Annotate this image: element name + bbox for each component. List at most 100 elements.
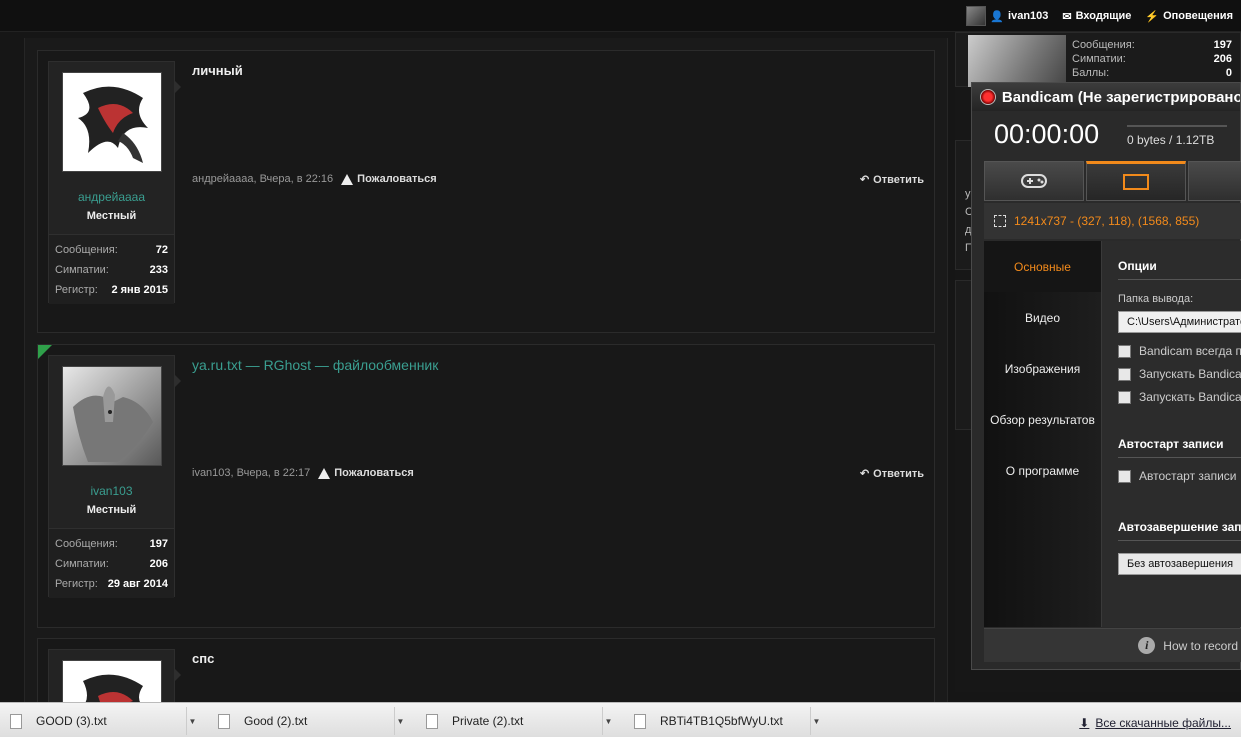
- author-avatar[interactable]: [62, 72, 162, 172]
- inbox-label: Входящие: [1075, 10, 1132, 22]
- all-downloads-link[interactable]: ⬇ Все скачанные файлы...: [1079, 716, 1231, 730]
- post-author-date[interactable]: ivan103, Вчера, в 22:17: [192, 467, 310, 479]
- reply-arrow-icon: ↶: [859, 174, 870, 186]
- nav-about[interactable]: О программе: [984, 445, 1101, 496]
- author-name-link[interactable]: ivan103: [49, 484, 174, 498]
- thread-content: андрейаааа Местный Сообщения: 72 Симпатии…: [24, 38, 948, 710]
- warning-icon: [341, 173, 354, 185]
- output-folder-label: Папка вывода:: [1118, 293, 1194, 305]
- start-minimized-checkbox[interactable]: Запускать Bandicam: [1118, 367, 1241, 381]
- speech-arrow: [174, 80, 181, 94]
- output-folder-input[interactable]: C:\Users\Администратор: [1118, 311, 1241, 333]
- chevron-down-icon[interactable]: ▼: [186, 707, 198, 735]
- bandicam-footer: i How to record: [984, 628, 1241, 662]
- author-name-link[interactable]: андрейаааа: [49, 190, 174, 204]
- device-mode-tab[interactable]: [1188, 161, 1241, 201]
- autostart-header: Автостарт записи: [1118, 437, 1224, 451]
- username-label: ivan103: [1008, 10, 1049, 22]
- author-rank: Местный: [86, 504, 137, 516]
- inbox-link[interactable]: ✉ Входящие: [1062, 10, 1131, 23]
- stat-row: Симпатии: 233: [55, 264, 168, 276]
- post-3: спс: [37, 638, 935, 710]
- bandicam-window: Bandicam (Не зарегистрировано) 00:00:00 …: [971, 82, 1241, 670]
- post-message: личный: [192, 63, 243, 78]
- account-link[interactable]: 👤 ivan103: [966, 6, 1048, 26]
- post-2: ivan103 Местный Сообщения: 197 Симпатии: 2…: [37, 344, 935, 628]
- lightning-icon: ⚡: [1145, 10, 1160, 23]
- alerts-link[interactable]: ⚡ Оповещения: [1145, 10, 1233, 23]
- warning-icon: [318, 467, 331, 479]
- author-rank: Местный: [86, 210, 137, 222]
- recording-timer: 00:00:00: [994, 119, 1100, 149]
- recording-size: 0 bytes / 1.12TB: [1127, 133, 1215, 147]
- stat-row: Регистр: 2 янв 2015: [55, 284, 168, 296]
- post-author-date[interactable]: андрейаааа, Вчера, в 22:16: [192, 173, 333, 185]
- sidebar-profile-image[interactable]: [968, 35, 1066, 87]
- author-stats: Сообщения: 197 Симпатии: 206 Регистр: 29 ав…: [49, 528, 174, 598]
- settings-body: Основные Видео Изображения Обзор результ…: [984, 241, 1241, 627]
- autostart-checkbox[interactable]: Автостарт записи: [1118, 469, 1237, 483]
- file-icon: [426, 713, 438, 729]
- post-author-block: [48, 649, 181, 710]
- screen-mode-tab[interactable]: [1086, 161, 1186, 201]
- speech-arrow: [174, 374, 181, 388]
- nav-general[interactable]: Основные: [984, 241, 1101, 292]
- selection-icon: [994, 215, 1006, 227]
- nav-video[interactable]: Видео: [984, 292, 1101, 343]
- file-icon: [10, 713, 22, 729]
- report-button[interactable]: Пожаловаться: [341, 173, 437, 185]
- settings-nav: Основные Видео Изображения Обзор результ…: [984, 241, 1101, 627]
- chevron-down-icon[interactable]: ▼: [394, 707, 406, 735]
- sidebar-profile-widget: Сообщения: 197 Симпатии: 206 Баллы: 0: [955, 32, 1241, 87]
- general-options-panel: Опции Папка вывода: C:\Users\Администрат…: [1101, 241, 1241, 627]
- chevron-down-icon[interactable]: ▼: [810, 707, 822, 735]
- post-meta: ivan103, Вчера, в 22:17 Пожаловаться: [192, 467, 414, 479]
- post-message: спс: [192, 651, 215, 666]
- gamepad-icon: [1021, 174, 1047, 188]
- capture-region-text: 1241x737 - (327, 118), (1568, 855): [1014, 214, 1200, 228]
- nav-images[interactable]: Изображения: [984, 343, 1101, 394]
- report-button[interactable]: Пожаловаться: [318, 467, 414, 479]
- tribal-dragon-image: [63, 73, 161, 171]
- stat-row: Симпатии: 206: [55, 558, 168, 570]
- post-message-link[interactable]: ya.ru.txt — RGhost — файлообменник: [192, 357, 438, 373]
- download-bar: GOOD (3).txt ▼ Good (2).txt ▼ Private (2…: [0, 702, 1241, 737]
- download-item[interactable]: Private (2).txt ▼: [416, 707, 620, 735]
- chevron-down-icon[interactable]: ▼: [602, 707, 614, 735]
- download-item[interactable]: RBTi4TB1Q5bfWyU.txt ▼: [624, 707, 828, 735]
- sidebar-profile-stats: Сообщения: 197 Симпатии: 206 Баллы: 0: [1072, 39, 1232, 79]
- download-item[interactable]: GOOD (3).txt ▼: [0, 707, 204, 735]
- download-arrow-icon: ⬇: [1079, 716, 1090, 730]
- author-avatar[interactable]: [62, 366, 162, 466]
- info-icon: i: [1138, 637, 1156, 654]
- autostop-select[interactable]: Без автозавершения: [1118, 553, 1241, 575]
- post-author-block: ivan103 Местный Сообщения: 197 Симпатии: 2…: [48, 355, 181, 598]
- stat-row: Сообщения: 197: [55, 538, 168, 550]
- author-stats: Сообщения: 72 Симпатии: 233 Регистр: 2 янв …: [49, 234, 174, 304]
- file-icon: [634, 713, 646, 729]
- nav-output[interactable]: Обзор результатов: [984, 394, 1101, 445]
- post-1: андрейаааа Местный Сообщения: 72 Симпатии…: [37, 50, 935, 333]
- rectangle-screen-icon: [1123, 174, 1149, 190]
- stat-row: Сообщения: 72: [55, 244, 168, 256]
- reply-button[interactable]: ↶ Ответить: [859, 173, 924, 187]
- hand-photo-image: [63, 367, 161, 465]
- how-to-record-link[interactable]: How to record: [1163, 639, 1238, 653]
- bandicam-title: Bandicam (Не зарегистрировано): [1001, 88, 1240, 106]
- top-navigation-bar: 👤 ivan103 ✉ Входящие ⚡ Оповещения: [0, 0, 1241, 32]
- capture-region-bar: 1241x737 - (327, 118), (1568, 855): [984, 203, 1241, 239]
- mode-tabs: [984, 161, 1241, 201]
- game-mode-tab[interactable]: [984, 161, 1084, 201]
- size-bar: [1127, 125, 1227, 127]
- options-header: Опции: [1118, 259, 1157, 273]
- reply-arrow-icon: ↶: [859, 468, 870, 480]
- envelope-icon: ✉: [1062, 10, 1072, 23]
- reply-button[interactable]: ↶ Ответить: [859, 467, 924, 481]
- always-on-top-checkbox[interactable]: Bandicam всегда поверх: [1118, 344, 1241, 358]
- record-icon: [980, 89, 996, 105]
- bandicam-titlebar[interactable]: Bandicam (Не зарегистрировано): [972, 83, 1240, 111]
- post-author-block: андрейаааа Местный Сообщения: 72 Симпатии…: [48, 61, 181, 304]
- start-with-windows-checkbox[interactable]: Запускать Bandicam: [1118, 390, 1241, 404]
- download-item[interactable]: Good (2).txt ▼: [208, 707, 412, 735]
- user-icon: 👤: [990, 10, 1005, 23]
